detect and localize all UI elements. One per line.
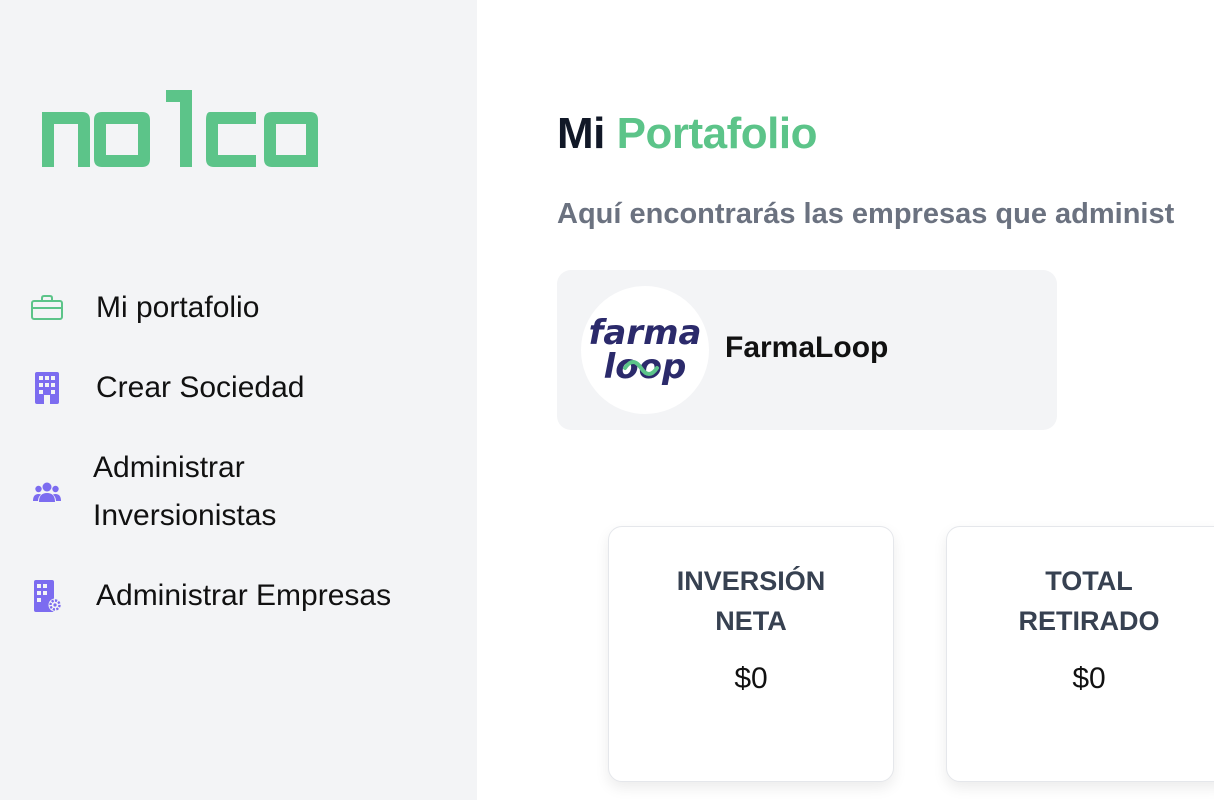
sidebar-item-label: Administrar Empresas (96, 579, 392, 612)
sidebar-item-label: Administrar Inversionistas (93, 451, 277, 532)
app-window: Mi portafolio Crear Sociedad Administrar… (0, 0, 1214, 800)
sidebar-item-administrar-inversionistas[interactable]: Administrar Inversionistas (0, 444, 477, 540)
sidebar-item-mi-portafolio[interactable]: Mi portafolio (0, 284, 477, 332)
page-subtitle: Aquí encontrarás las empresas que admini… (557, 198, 1175, 230)
page-title-part-2: Portafolio (616, 109, 818, 158)
sidebar-item-label: Crear Sociedad (96, 371, 305, 404)
page-title: Mi Portafolio (557, 106, 817, 162)
page-title-part-1: Mi (557, 109, 605, 158)
stat-label: TOTAL RETIRADO (1018, 566, 1160, 636)
briefcase-icon (30, 291, 64, 325)
main-content: Mi Portafolio Aquí encontrarás las empre… (477, 0, 1214, 800)
farmaloop-logo: farma loop (581, 286, 709, 414)
building-icon (30, 371, 64, 405)
sidebar-item-label: Mi portafolio (96, 291, 260, 324)
nolco-logo[interactable] (42, 90, 322, 170)
stat-value: $0 (1072, 662, 1106, 695)
sidebar: Mi portafolio Crear Sociedad Administrar… (0, 0, 477, 800)
sidebar-item-administrar-empresas[interactable]: Administrar Empresas (0, 572, 477, 620)
users-icon (30, 475, 64, 509)
farmaloop-logo-mark: farma loop (589, 313, 702, 387)
building-gear-icon (30, 579, 64, 613)
company-card-farmaloop[interactable]: farma loop FarmaLoop (557, 270, 1057, 430)
stat-label: INVERSIÓN NETA (676, 566, 826, 636)
farmaloop-logo-text-bottom: loop (604, 347, 687, 387)
sidebar-item-crear-sociedad[interactable]: Crear Sociedad (0, 364, 477, 412)
company-name: FarmaLoop (725, 331, 889, 364)
stat-card-inversion-neta: INVERSIÓN NETA $0 (608, 526, 894, 782)
stat-card-total-retirado: TOTAL RETIRADO $0 (946, 526, 1214, 782)
stat-value: $0 (734, 662, 768, 695)
nolco-logo-mark (42, 90, 318, 167)
